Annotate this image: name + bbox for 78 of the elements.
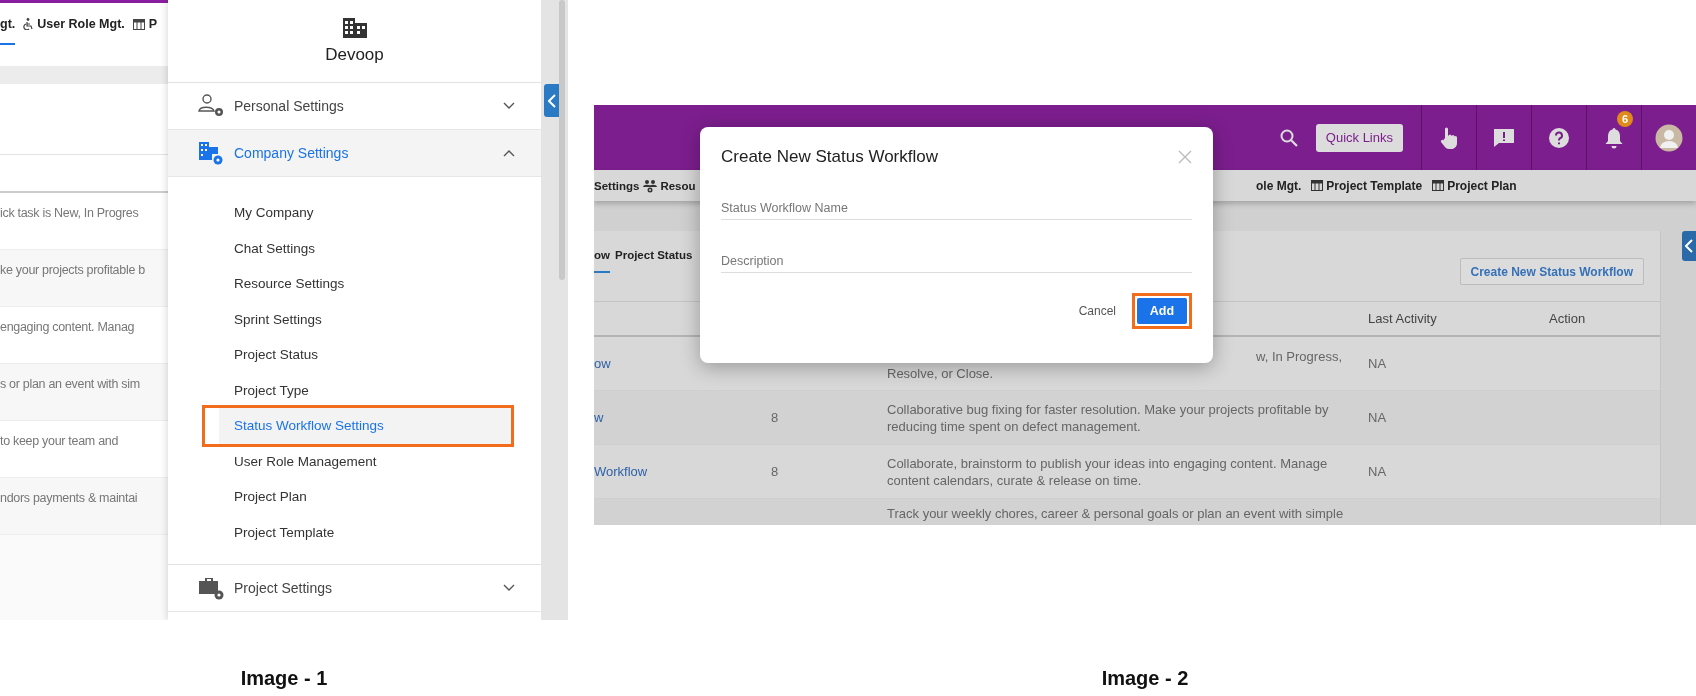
nav-tab[interactable]: Settings	[594, 178, 640, 193]
menu-item[interactable]: Project Type	[219, 372, 511, 408]
chevron-down-icon	[503, 584, 515, 592]
collapse-tab[interactable]	[544, 84, 559, 117]
menu-item[interactable]: Resource Settings	[219, 266, 511, 302]
chevron-left-icon	[1685, 239, 1693, 253]
description-text: engaging content. Manag	[0, 320, 135, 334]
search-icon[interactable]	[1279, 128, 1298, 147]
avatar-icon[interactable]	[1655, 123, 1683, 152]
pointing-hand-icon[interactable]	[1438, 125, 1460, 150]
menu-item[interactable]: User Role Management	[219, 443, 511, 479]
chevron-left-icon	[547, 93, 556, 108]
menu-item[interactable]: Status Workflow Settings	[219, 408, 511, 444]
table-icon	[1432, 180, 1445, 191]
collapse-tab[interactable]	[1682, 231, 1696, 261]
help-icon[interactable]	[1548, 126, 1570, 149]
description-text: Collaborative bug fixing for faster resolution. Make your projects profitable by	[887, 400, 1330, 418]
quick-links-button[interactable]: Quick Links	[1315, 123, 1403, 152]
table-cell: 8	[771, 464, 779, 479]
image-caption: Image - 2	[1101, 667, 1189, 690]
menu-item[interactable]: Chat Settings	[219, 230, 511, 266]
create-workflow-button[interactable]: Create New Status Workflow	[1459, 258, 1644, 285]
people-gear-icon	[643, 178, 658, 193]
menu-item[interactable]: Sprint Settings	[219, 301, 511, 337]
add-button[interactable]: Add	[1137, 298, 1187, 324]
menu-item[interactable]: Project Template	[219, 514, 511, 550]
description-text: Collaborate, brainstorm to publish your ideas into engaging content. Manage	[887, 454, 1329, 472]
nav-tab[interactable]: gt.	[0, 17, 16, 45]
nav-tab[interactable]: User Role Mgt.	[23, 17, 125, 45]
description-text: ick task is New, In Progres	[0, 206, 139, 220]
chevron-up-icon	[503, 149, 515, 157]
menu-item[interactable]: Project Plan	[219, 479, 511, 515]
description-text: Track your weekly chores, career & personal goals or plan an event with simple	[887, 505, 1345, 522]
company-name: Devoop	[325, 45, 384, 65]
table-cell: NA	[1368, 356, 1387, 371]
description-text: s or plan an event with sim	[0, 377, 140, 391]
settings-section[interactable]: Company Settings	[168, 130, 541, 177]
table-cell: 8	[771, 410, 779, 425]
table-cell: NA	[1368, 410, 1387, 425]
nav-tab[interactable]: Project Template	[1311, 178, 1423, 193]
nav-tab[interactable]: Resou	[643, 178, 696, 193]
table-icon	[1311, 180, 1324, 191]
description-text: Resolve, or Close.	[887, 364, 994, 382]
nav-tab[interactable]: ole Mgt.	[1256, 178, 1302, 193]
nav-tab[interactable]: Project Plan	[1432, 178, 1517, 193]
table-icon	[132, 18, 145, 30]
content-tab[interactable]: ow	[594, 249, 610, 273]
chevron-down-icon	[503, 102, 515, 110]
content-tab[interactable]: Project Status	[615, 249, 693, 273]
notification-badge: 6	[1617, 111, 1633, 127]
menu-item[interactable]: My Company	[219, 195, 511, 231]
bell-icon[interactable]	[1604, 126, 1624, 149]
briefcase-gear-icon	[198, 576, 226, 600]
column-header: Action	[1549, 311, 1586, 326]
workflow-link[interactable]: ow	[594, 356, 611, 371]
input-field[interactable]: Description	[721, 246, 1192, 273]
workflow-link[interactable]: w	[594, 410, 604, 425]
image-caption: Image - 1	[240, 667, 328, 690]
person-gear-icon	[198, 94, 226, 118]
description-text: w, In Progress,	[1256, 347, 1342, 365]
description-text: ndors payments & maintai	[0, 491, 138, 505]
workflow-link[interactable]: Workflow	[594, 464, 648, 479]
accessibility-icon	[23, 18, 34, 30]
nav-tab[interactable]: P	[132, 17, 158, 45]
input-field[interactable]: Status Workflow Name	[721, 193, 1192, 220]
column-header: Last Activity	[1368, 311, 1438, 326]
dialog-title: Create New Status Workflow	[721, 147, 938, 167]
table-cell: NA	[1368, 464, 1387, 479]
description-text: reducing time spent on defect management.	[887, 417, 1142, 435]
scrollbar-thumb[interactable]	[559, 0, 565, 280]
description-text: content calendars, curate & release on time.	[887, 471, 1143, 489]
menu-item[interactable]: Project Status	[219, 337, 511, 373]
building-icon	[341, 17, 368, 39]
feedback-icon[interactable]	[1493, 127, 1515, 148]
settings-section[interactable]: Project Settings	[168, 565, 541, 612]
description-text: ke your projects profitable b	[0, 263, 145, 277]
cancel-button[interactable]: Cancel	[1072, 303, 1122, 319]
description-text: to keep your team and	[0, 434, 119, 448]
